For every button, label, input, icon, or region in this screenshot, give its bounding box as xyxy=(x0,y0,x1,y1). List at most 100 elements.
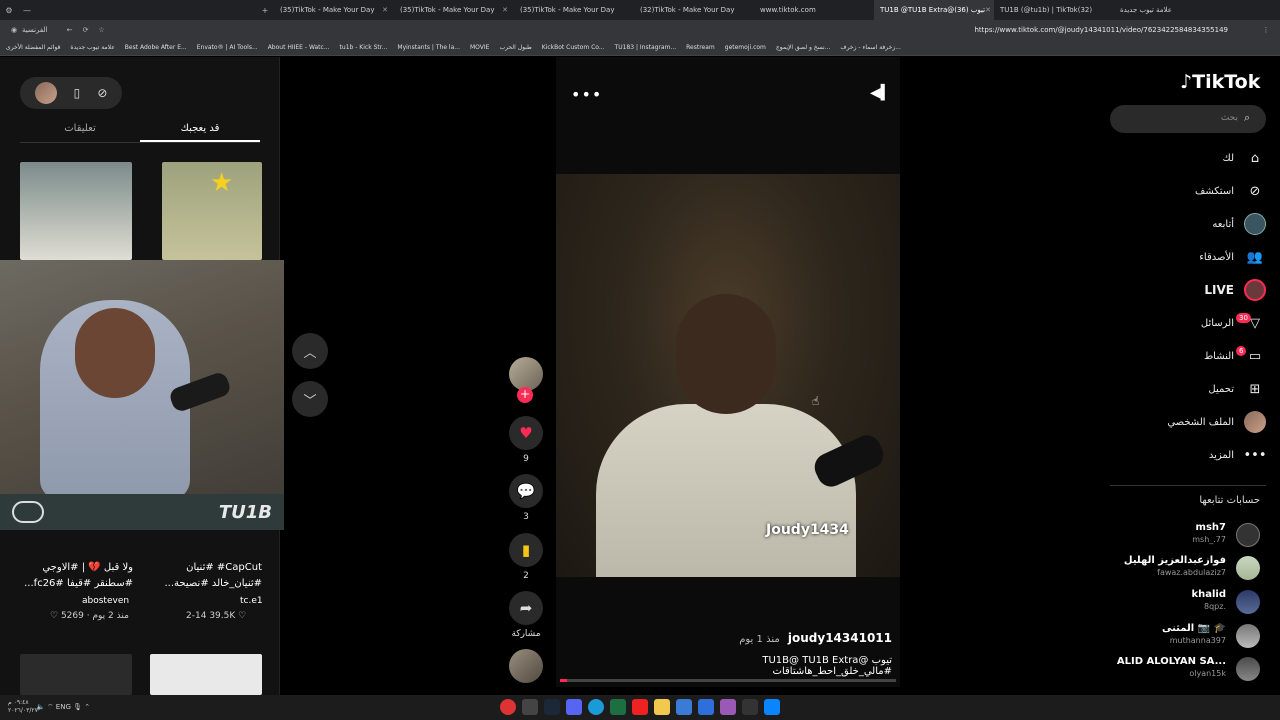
video-caption[interactable]: ولا قبل 💔 | #الاوجي #سطنقر #قيفا #fc26..… xyxy=(20,560,133,592)
browser-tab[interactable]: (32)TikTok - Make Your Day xyxy=(634,0,754,20)
music-disc-icon[interactable] xyxy=(509,649,543,683)
browser-tab[interactable]: TU1B (@tu1b) | TikTok(32) xyxy=(994,0,1114,20)
star-icon[interactable]: ☆ xyxy=(94,26,110,34)
browser-tab[interactable]: (35)TikTok - Make Your Day ✕ xyxy=(274,0,394,20)
following-account[interactable]: msh7 msh_.77 xyxy=(1100,522,1266,550)
compass-icon[interactable]: ⊘ xyxy=(97,86,107,100)
app-icon[interactable] xyxy=(522,699,538,715)
start-icon[interactable] xyxy=(764,699,780,715)
sidebar-item-profile[interactable]: الملف الشخصي xyxy=(1100,407,1266,437)
sidebar-item-upload[interactable]: تحميل ⊞ xyxy=(1100,374,1266,404)
video-author[interactable]: tc.e1 xyxy=(240,596,263,606)
steam-icon[interactable] xyxy=(544,699,560,715)
discord-icon[interactable] xyxy=(566,699,582,715)
browser-tab[interactable]: علامة تيوب جديدة xyxy=(1114,0,1204,20)
bookmark-item[interactable]: قوائم المفضلة الأخرى xyxy=(6,44,60,51)
follow-plus-icon[interactable]: + xyxy=(517,387,533,403)
bookmark-item[interactable]: About HIIEE - Watc... xyxy=(268,44,330,51)
following-account[interactable]: المثنى 📷 🎓 muthanna397 xyxy=(1100,623,1266,651)
comment-button[interactable]: 💬 3 xyxy=(506,474,546,522)
mic-icon[interactable]: 🎙 xyxy=(73,703,82,711)
excel-icon[interactable] xyxy=(610,699,626,715)
language-indicator[interactable]: ENG xyxy=(56,703,71,711)
bookmark-item[interactable]: زخرفة اسماء - زخرف... xyxy=(840,44,901,51)
network-icon[interactable]: ⌔ xyxy=(47,703,54,711)
video-thumbnail[interactable] xyxy=(20,654,132,695)
search-icon[interactable] xyxy=(742,699,758,715)
video-progress-bar[interactable] xyxy=(560,679,896,682)
profile-icon[interactable]: ◉ xyxy=(6,26,22,34)
close-tab-icon[interactable]: ✕ xyxy=(502,6,508,14)
browser-tab-active[interactable]: TU1B @TU1B Extra@(36) تيوب ✕ xyxy=(874,0,994,20)
following-account[interactable]: khalid 8qpz. xyxy=(1100,589,1266,617)
edge-icon[interactable] xyxy=(588,699,604,715)
bookmark-item[interactable]: Restream xyxy=(686,44,715,51)
bookmark-item[interactable]: getemoji.com xyxy=(725,44,766,51)
video-caption[interactable]: CapCut# #ثنيان #ثنيان_خالد #نصيحة... xyxy=(150,560,263,592)
browser-tab[interactable]: (35)TikTok - Make Your Day xyxy=(514,0,634,20)
extensions-icon[interactable]: ⋮ xyxy=(1258,26,1274,34)
search-icon[interactable]: ⌕ xyxy=(1244,111,1250,125)
new-tab-icon[interactable]: + xyxy=(256,6,274,15)
video-author[interactable]: joudy14341011 xyxy=(788,631,892,645)
avatar[interactable] xyxy=(34,82,57,104)
bookmark-item[interactable]: نسخ و لصق الإيموج... xyxy=(776,44,830,51)
browser-menu-icon[interactable]: ⚙ xyxy=(0,6,18,15)
next-video-button[interactable]: ﹀ xyxy=(292,381,328,417)
bookmark-item[interactable]: KickBot Custom Co... xyxy=(542,44,605,51)
url-input[interactable]: https://www.tiktok.com/@joudy14341011/vi… xyxy=(974,26,1228,34)
tiktok-logo[interactable]: ♪TikTok xyxy=(1180,71,1260,93)
bookmark-icon[interactable]: ▮ xyxy=(509,533,543,567)
back-icon[interactable]: ← xyxy=(62,26,78,34)
following-account[interactable]: ALID ALOLYAN SA... olyan15k xyxy=(1100,656,1266,684)
close-tab-icon[interactable]: ✕ xyxy=(382,6,388,14)
video-author[interactable]: abosteven xyxy=(82,596,129,606)
video-description[interactable]: TU1B@ TU1B Extra@ تيوب #مالي_خلق_احط_هاش… xyxy=(640,655,892,677)
comment-icon[interactable]: 💬 xyxy=(509,474,543,508)
bookmark-item[interactable]: علامة تيوب جديدة xyxy=(70,44,114,51)
video-thumbnail[interactable]: ★ xyxy=(162,162,262,260)
bookmark-item[interactable]: MOVIE xyxy=(470,44,489,51)
sidebar-item-for-you[interactable]: لك ⌂ xyxy=(1100,143,1266,173)
taskbar-clock[interactable]: ٠٩:٤٨ م ٢٠٢٦/٠٣/٢٧ xyxy=(8,699,38,715)
photos-icon[interactable] xyxy=(676,699,692,715)
following-account[interactable]: فوازعبدالعزيز الهليل fawaz.abdulaziz7 xyxy=(1100,555,1266,583)
notes-icon[interactable] xyxy=(720,699,736,715)
video-content[interactable]: Joudy1434 xyxy=(556,174,900,577)
phone-icon[interactable]: ▯ xyxy=(74,86,81,100)
sidebar-item-following[interactable]: أتابعه xyxy=(1100,209,1266,239)
bookmark-item[interactable]: Best Adobe After E... xyxy=(125,44,187,51)
bookmark-item[interactable]: Envato® | AI Tools... xyxy=(197,44,258,51)
chrome-icon[interactable] xyxy=(500,699,516,715)
browser-tab[interactable]: www.tiktok.com xyxy=(754,0,874,20)
previous-video-button[interactable]: ︿ xyxy=(292,333,328,369)
tab-comments[interactable]: تعليقات xyxy=(20,119,140,142)
bookmark-item[interactable]: Myinstants | The la... xyxy=(397,44,460,51)
bookmark-item[interactable]: طبول الحرب xyxy=(499,44,531,51)
avatar[interactable] xyxy=(509,357,543,391)
refresh-icon[interactable]: ⟳ xyxy=(78,26,94,34)
tray-chevron-icon[interactable]: ⌃ xyxy=(84,703,90,711)
music-disc-button[interactable] xyxy=(506,649,546,687)
bookmark-item[interactable]: TU183 | Instagram... xyxy=(615,44,677,51)
sidebar-item-explore[interactable]: استكشف ⊘ xyxy=(1100,176,1266,206)
like-button[interactable]: ♥ 9 xyxy=(506,416,546,464)
search-input[interactable]: بحث ⌕ xyxy=(1110,105,1266,133)
share-button[interactable]: ➦ مشاركة xyxy=(506,591,546,639)
media-icon[interactable] xyxy=(632,699,648,715)
sidebar-item-more[interactable]: المزيد ••• xyxy=(1100,440,1267,470)
sidebar-item-live[interactable]: LIVE xyxy=(1100,275,1266,305)
tab-you-may-like[interactable]: قد يعجبك xyxy=(140,119,260,142)
explorer-icon[interactable] xyxy=(654,699,670,715)
heart-icon[interactable]: ♥ xyxy=(509,416,543,450)
video-thumbnail[interactable] xyxy=(150,654,262,695)
share-icon[interactable]: ➦ xyxy=(509,591,543,625)
more-options-icon[interactable]: ••• xyxy=(571,85,602,104)
volume-icon[interactable]: ◀▍ xyxy=(870,85,892,101)
minimize-icon[interactable]: — xyxy=(18,6,36,15)
close-tab-icon[interactable]: ✕ xyxy=(985,6,991,14)
bookmark-item[interactable]: tu1b - Kick Str... xyxy=(340,44,388,51)
browser-tab[interactable]: (35)TikTok - Make Your Day ✕ xyxy=(394,0,514,20)
sidebar-item-friends[interactable]: الأصدقاء 👥 xyxy=(1100,242,1266,272)
volume-icon[interactable]: 🔈 xyxy=(36,703,45,711)
